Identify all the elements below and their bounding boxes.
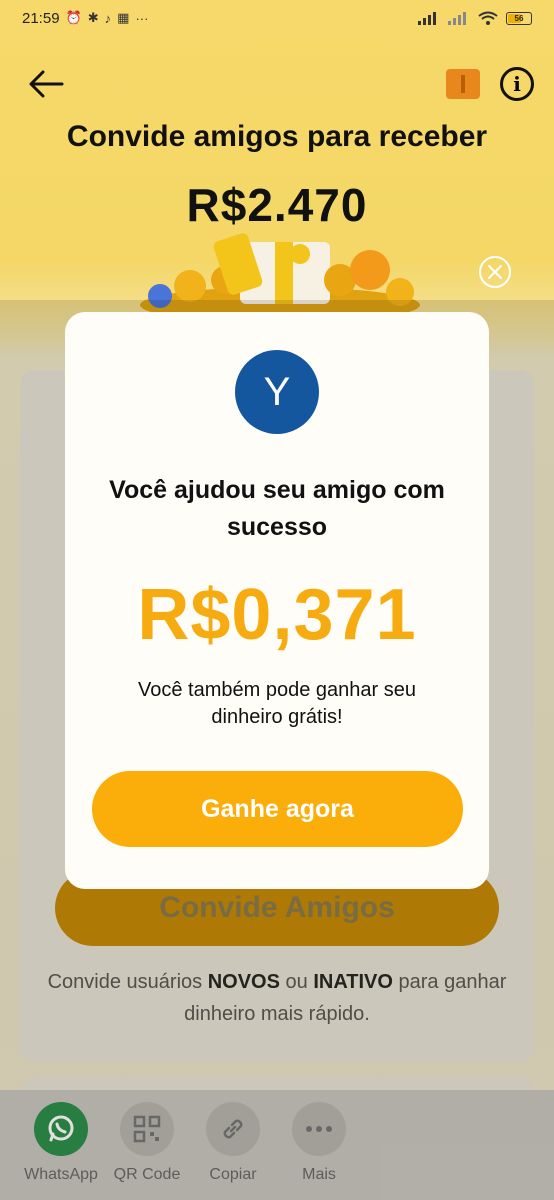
top-bar: i — [24, 62, 534, 106]
tiktok-icon: ♪ — [104, 10, 112, 26]
signal-icon — [418, 12, 436, 25]
qr-icon: ▦ — [117, 10, 130, 25]
back-arrow-icon[interactable] — [24, 62, 68, 106]
modal-subtitle: Você também pode ganhar seu dinheiro grá… — [138, 679, 416, 728]
battery-icon: 56 — [506, 11, 532, 25]
signal-icon-2 — [448, 12, 466, 25]
reward-amount: R$2.470 — [186, 179, 368, 231]
app-icon: ✱ — [87, 10, 99, 25]
battery-level: 56 — [514, 13, 524, 23]
page-title: Convide amigos para receber — [66, 120, 488, 153]
wifi-icon — [478, 11, 498, 25]
close-modal-button[interactable] — [479, 256, 511, 288]
alarm-icon: ⏰ — [65, 10, 82, 25]
modal-title: Você ajudou seu amigo com sucesso — [109, 476, 445, 541]
avatar: Y — [235, 350, 319, 434]
status-time: 21:59 — [22, 9, 60, 27]
status-bar: 21:59 ⏰ ✱ ♪ ▦ ··· 56 — [0, 0, 554, 36]
earn-now-button[interactable]: Ganhe agora — [92, 771, 463, 847]
modal-amount: R$0,371 — [137, 575, 417, 655]
info-icon[interactable]: i — [500, 67, 534, 101]
close-icon — [488, 265, 502, 279]
ticket-icon[interactable] — [446, 69, 480, 99]
success-modal: Y Você ajudou seu amigo com sucesso R$0,… — [65, 312, 489, 889]
more-icon: ··· — [135, 10, 149, 26]
